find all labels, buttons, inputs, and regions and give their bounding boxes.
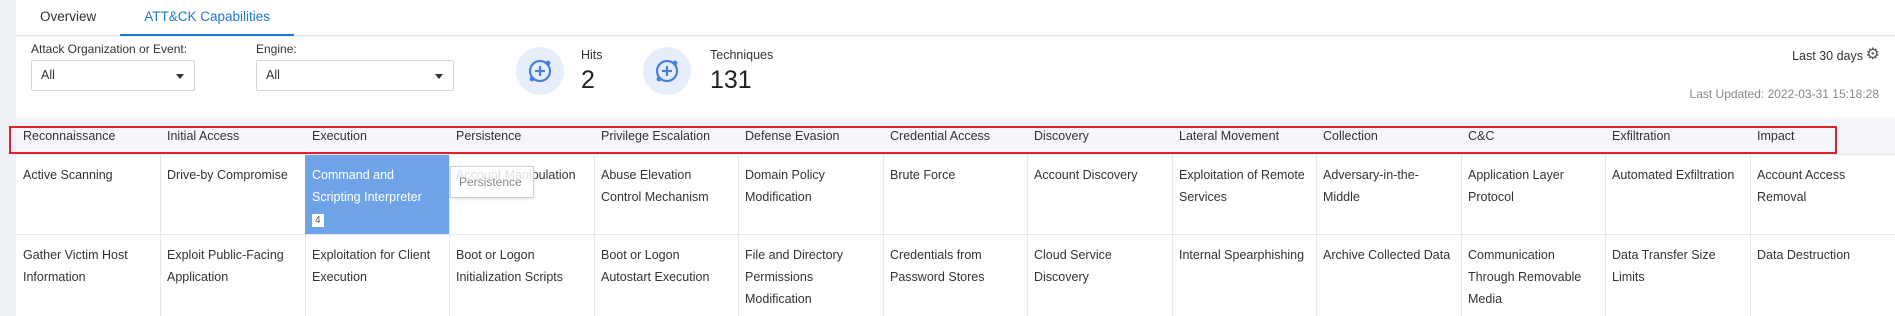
tactic-initial-access[interactable]: Initial Access <box>160 117 239 155</box>
techniques-icon <box>643 47 691 95</box>
tactic-command-and-control[interactable]: C&C <box>1461 117 1494 155</box>
org-filter-select[interactable]: All <box>31 60 195 91</box>
drag-tooltip: Persistence <box>450 166 534 198</box>
engine-filter-select[interactable]: All <box>256 60 454 91</box>
tab-bar: Overview ATT&CK Capabilities <box>16 0 1895 36</box>
tactic-execution[interactable]: Execution <box>305 117 367 155</box>
engine-filter-value: All <box>266 68 280 82</box>
tactic-discovery[interactable]: Discovery <box>1027 117 1089 155</box>
technique-cell[interactable]: Abuse Elevation Control Mechanism <box>594 155 738 234</box>
technique-cell-selected[interactable]: Command and Scripting Interpreter 4 <box>305 155 449 234</box>
technique-cell[interactable]: Boot or Logon Initialization Scripts <box>449 235 594 316</box>
technique-cell[interactable]: Data Destruction <box>1750 235 1895 316</box>
technique-cell[interactable]: Exploit Public-Facing Application <box>160 235 305 316</box>
technique-cell[interactable]: Account Access Removal <box>1750 155 1895 234</box>
technique-cell[interactable]: File and Directory Permissions Modificat… <box>738 235 883 316</box>
technique-cell[interactable]: Active Scanning <box>16 155 160 234</box>
tab-overview[interactable]: Overview <box>16 0 120 36</box>
engine-filter-label: Engine: <box>256 42 297 56</box>
technique-cell[interactable]: Exploitation of Remote Services <box>1172 155 1316 234</box>
attck-matrix: Reconnaissance Initial Access Execution … <box>9 117 1895 316</box>
technique-cell[interactable]: Data Transfer Size Limits <box>1605 235 1750 316</box>
hits-icon <box>516 47 564 95</box>
tactic-exfiltration[interactable]: Exfiltration <box>1605 117 1670 155</box>
technique-cell[interactable]: Application Layer Protocol <box>1461 155 1605 234</box>
tactic-collection[interactable]: Collection <box>1316 117 1378 155</box>
chevron-down-icon <box>176 74 184 79</box>
tactic-reconnaissance[interactable]: Reconnaissance <box>16 117 115 155</box>
tactic-defense-evasion[interactable]: Defense Evasion <box>738 117 840 155</box>
technique-cell[interactable]: Internal Spearphishing <box>1172 235 1316 316</box>
tactic-persistence[interactable]: Persistence <box>449 117 521 155</box>
technique-cell[interactable]: Cloud Service Discovery <box>1027 235 1172 316</box>
hit-count-badge: 4 <box>312 214 324 227</box>
tactic-header-row: Reconnaissance Initial Access Execution … <box>16 117 1895 155</box>
time-range-selector[interactable]: Last 30 days <box>1792 49 1863 63</box>
technique-cell[interactable]: Communication Through Removable Media <box>1461 235 1605 316</box>
techniques-label: Techniques <box>710 48 774 62</box>
last-updated: Last Updated: 2022-03-31 15:18:28 <box>1689 87 1879 101</box>
technique-name: Command and Scripting Interpreter <box>312 168 422 204</box>
technique-cell[interactable]: Boot or Logon Autostart Execution <box>594 235 738 316</box>
technique-cell[interactable]: Gather Victim Host Information <box>16 235 160 316</box>
technique-cell[interactable]: Credentials from Password Stores <box>883 235 1027 316</box>
org-filter-value: All <box>41 68 55 82</box>
tab-attck-capabilities[interactable]: ATT&CK Capabilities <box>120 0 295 36</box>
hits-value: 2 <box>581 66 595 94</box>
technique-cell[interactable]: Automated Exfiltration <box>1605 155 1750 234</box>
technique-cell[interactable]: Account Discovery <box>1027 155 1172 234</box>
org-filter-label: Attack Organization or Event: <box>31 42 188 56</box>
tactic-privilege-escalation[interactable]: Privilege Escalation <box>594 117 710 155</box>
tactic-credential-access[interactable]: Credential Access <box>883 117 990 155</box>
chevron-down-icon <box>435 74 443 79</box>
techniques-value: 131 <box>710 66 752 94</box>
tactic-lateral-movement[interactable]: Lateral Movement <box>1172 117 1279 155</box>
tactic-impact[interactable]: Impact <box>1750 117 1795 155</box>
filter-panel: Attack Organization or Event: All Engine… <box>16 37 1895 117</box>
technique-cell[interactable]: Domain Policy Modification <box>738 155 883 234</box>
technique-cell[interactable]: Drive-by Compromise <box>160 155 305 234</box>
technique-cell[interactable]: Adversary-in-the-Middle <box>1316 155 1461 234</box>
gear-icon[interactable]: ⚙ <box>1866 47 1880 63</box>
hits-label: Hits <box>581 48 603 62</box>
technique-cell[interactable]: Exploitation for Client Execution <box>305 235 449 316</box>
technique-cell[interactable]: Brute Force <box>883 155 1027 234</box>
technique-cell[interactable]: Archive Collected Data <box>1316 235 1461 316</box>
